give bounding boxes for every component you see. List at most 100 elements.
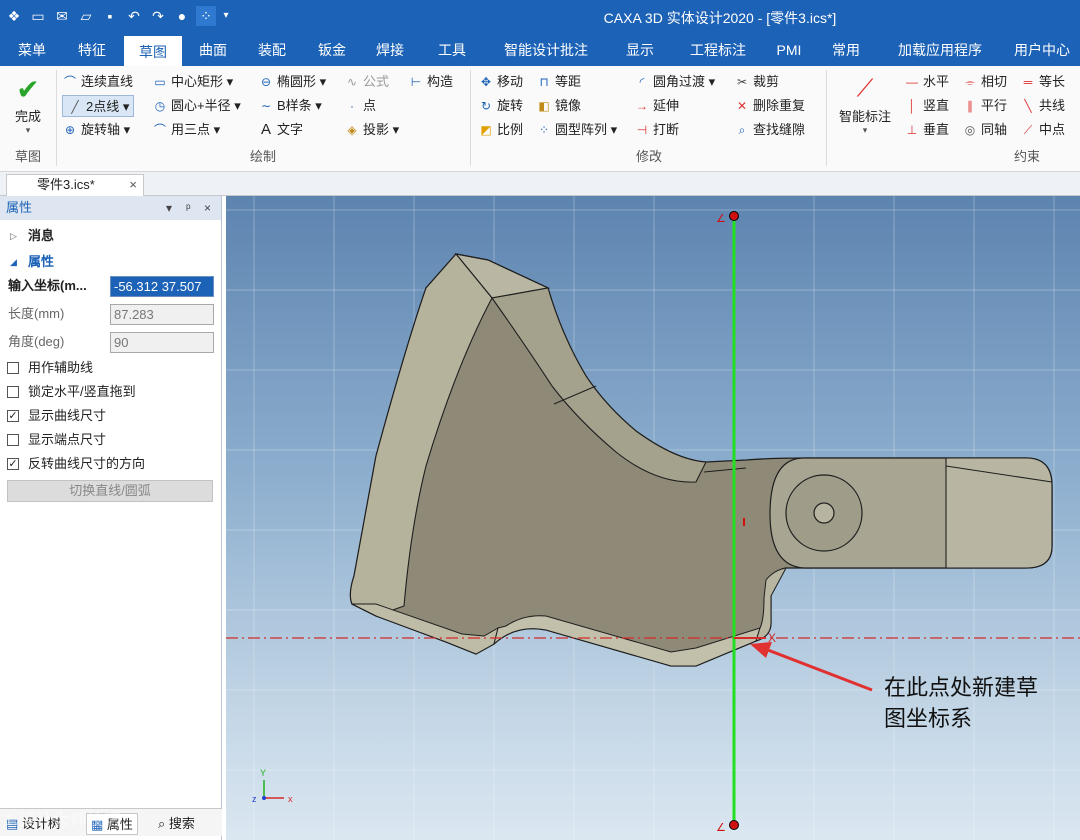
close-icon[interactable]: × bbox=[129, 175, 137, 195]
tab-sketch[interactable]: 草图 bbox=[124, 34, 182, 67]
pin-icon[interactable]: ᵖ bbox=[186, 196, 191, 220]
group-label-draw: 绘制 bbox=[249, 149, 276, 164]
viewport-canvas: ∠ ∠ X Y x z bbox=[226, 196, 1080, 840]
tab-feature[interactable]: 特征 bbox=[64, 34, 120, 66]
tangent-constraint-button[interactable]: ⌯ 相切 bbox=[962, 71, 1007, 93]
tab-engineering[interactable]: 工程标注 bbox=[676, 34, 760, 66]
rotate-button[interactable]: ↻ 旋转 bbox=[478, 95, 523, 117]
spline-icon: ∼ bbox=[260, 99, 272, 113]
input-coordinate-row: 输入坐标(m... -56.312 37.507 bbox=[0, 274, 222, 298]
polyline-button[interactable]: ⌒ 连续直线 bbox=[62, 71, 133, 93]
tab-welding[interactable]: 焊接 bbox=[362, 34, 418, 66]
tab-tools[interactable]: 工具 bbox=[422, 34, 482, 66]
axis-icon: ⊕ bbox=[64, 123, 76, 137]
tab-surface[interactable]: 曲面 bbox=[186, 34, 240, 66]
length-label: 长度(mm) bbox=[8, 306, 65, 321]
length-field[interactable]: 87.283 bbox=[110, 304, 214, 325]
vertical-constraint-button[interactable]: │ 竖直 bbox=[904, 95, 949, 117]
input-coordinate-label: 输入坐标(m... bbox=[8, 278, 87, 293]
checkbox-checked-icon[interactable]: ✓ bbox=[7, 458, 19, 470]
delete-duplicate-button[interactable]: ✕ 删除重复 bbox=[734, 95, 805, 117]
coaxial-constraint-button[interactable]: ◎ 同轴 bbox=[962, 119, 1007, 141]
checkbox-construction[interactable]: 用作辅助线 bbox=[0, 356, 222, 380]
smart-dimension-button[interactable]: ⟋ 智能标注 ▾ bbox=[832, 72, 898, 136]
offset-button[interactable]: ⊓ 等距 bbox=[536, 71, 581, 93]
tab-sheetmetal[interactable]: 钣金 bbox=[304, 34, 360, 66]
bspline-button[interactable]: ∼ B样条 ▾ bbox=[258, 95, 322, 117]
expand-arrow-icon: ▷ bbox=[10, 231, 17, 241]
switch-line-arc-button[interactable]: 切换直线/圆弧 bbox=[7, 480, 213, 502]
part-body[interactable] bbox=[349, 253, 1053, 667]
three-point-arc-button[interactable]: ⌒ 用三点 ▾ bbox=[152, 119, 220, 141]
point-button[interactable]: · 点 bbox=[344, 95, 376, 117]
ellipse-button[interactable]: ⊖ 椭圆形 ▾ bbox=[258, 71, 326, 93]
parallel-constraint-button[interactable]: ∥ 平行 bbox=[962, 95, 1007, 117]
find-gap-button[interactable]: ⌕ 查找缝隙 bbox=[734, 119, 805, 141]
angle-field[interactable]: 90 bbox=[110, 332, 214, 353]
checkmark-icon: ✔ bbox=[16, 74, 40, 105]
break-button[interactable]: ⊣ 打断 bbox=[634, 119, 679, 141]
text-button[interactable]: A 文字 bbox=[258, 119, 303, 141]
tab-common[interactable]: 常用 bbox=[818, 34, 874, 66]
mirror-button[interactable]: ◧ 镜像 bbox=[536, 95, 581, 117]
panel-menu-icon[interactable]: ▾ bbox=[166, 196, 172, 220]
circle-center-radius-button[interactable]: ◷ 圆心+半径 ▾ bbox=[152, 95, 241, 117]
center-rect-button[interactable]: ▭ 中心矩形 ▾ bbox=[152, 71, 233, 93]
document-tab[interactable]: 零件3.ics* × bbox=[6, 174, 144, 196]
smart-dimension-icon: ⟋ bbox=[856, 75, 874, 102]
equal-length-constraint-button[interactable]: ═ 等长 bbox=[1020, 71, 1065, 93]
ellipse-icon: ⊖ bbox=[260, 75, 272, 89]
checkbox-reverse-dim[interactable]: ✓ 反转曲线尺寸的方向 bbox=[0, 452, 222, 476]
chevron-down-icon: ▾ bbox=[25, 125, 31, 135]
group-divider bbox=[470, 70, 471, 166]
checkbox-icon[interactable] bbox=[7, 434, 19, 446]
circular-pattern-button[interactable]: ⁘ 圆型阵列 ▾ bbox=[536, 119, 617, 141]
checkbox-show-endpoint-dim[interactable]: 显示端点尺寸 bbox=[0, 428, 222, 452]
rectangle-icon: ▭ bbox=[154, 75, 166, 89]
trim-button[interactable]: ✂ 裁剪 bbox=[734, 71, 779, 93]
extend-button[interactable]: → 延伸 bbox=[634, 95, 679, 117]
project-button[interactable]: ◈ 投影 ▾ bbox=[344, 119, 399, 141]
3d-viewport[interactable]: ∠ ∠ X Y x z 在此点处新建草 图坐标系 bbox=[226, 196, 1080, 840]
formula-button[interactable]: ∿ 公式 bbox=[344, 71, 389, 93]
tab-pmi[interactable]: PMI bbox=[766, 34, 812, 66]
fillet-button[interactable]: ◜ 圆角过渡 ▾ bbox=[634, 71, 715, 93]
midpoint-constraint-button[interactable]: ⟋ 中点 bbox=[1020, 119, 1065, 141]
tab-menu[interactable]: 菜单 bbox=[4, 34, 60, 66]
two-point-line-button[interactable]: ╱ 2点线 ▾ bbox=[62, 95, 135, 117]
line-endpoint-bottom[interactable] bbox=[729, 820, 739, 830]
fillet-icon: ◜ bbox=[639, 75, 645, 89]
tab-display[interactable]: 显示 bbox=[612, 34, 668, 66]
input-coordinate-field[interactable]: -56.312 37.507 bbox=[110, 276, 214, 297]
tab-load-apps[interactable]: 加载应用程序 bbox=[884, 34, 996, 66]
checkbox-icon[interactable] bbox=[7, 386, 19, 398]
checkbox-show-curve-dim[interactable]: ✓ 显示曲线尺寸 bbox=[0, 404, 222, 428]
window-title: CAXA 3D 实体设计2020 - [零件3.ics*] bbox=[603, 10, 837, 26]
section-message[interactable]: ▷ 消息 bbox=[0, 224, 222, 248]
project-icon: ◈ bbox=[347, 123, 357, 137]
checkbox-lock-drag[interactable]: 锁定水平/竖直拖到 bbox=[0, 380, 222, 404]
tab-assembly[interactable]: 装配 bbox=[244, 34, 300, 66]
line-endpoint-top[interactable] bbox=[729, 211, 739, 221]
panel-close-icon[interactable]: × bbox=[204, 196, 211, 220]
tab-smart-design[interactable]: 智能设计批注 bbox=[490, 34, 602, 66]
move-button[interactable]: ✥ 移动 bbox=[478, 71, 523, 93]
scale-button[interactable]: ◩ 比例 bbox=[478, 119, 523, 141]
endpoint-marker-bottom: ∠ bbox=[716, 822, 726, 834]
finish-button[interactable]: ✔ 完成 ▾ bbox=[6, 74, 50, 136]
checkbox-checked-icon[interactable]: ✓ bbox=[7, 410, 19, 422]
group-label-sketch: 草图 bbox=[14, 149, 41, 164]
triad-z-label: z bbox=[252, 794, 257, 804]
rotation-axis-button[interactable]: ⊕ 旋转轴 ▾ bbox=[62, 119, 130, 141]
section-properties[interactable]: ◢ 属性 bbox=[0, 250, 222, 274]
tab-user-center[interactable]: 用户中心 bbox=[1004, 34, 1080, 66]
construct-button[interactable]: ⊢ 构造 bbox=[408, 71, 453, 93]
collinear-constraint-button[interactable]: ╲ 共线 bbox=[1020, 95, 1065, 117]
tab-search[interactable]: ⌕ 搜索 bbox=[158, 813, 195, 835]
checkbox-icon[interactable] bbox=[7, 362, 19, 374]
parallel-icon: ∥ bbox=[967, 99, 973, 113]
perpendicular-constraint-button[interactable]: ⊥ 垂直 bbox=[904, 119, 949, 141]
mirror-icon: ◧ bbox=[538, 99, 550, 113]
arc-icon: ⌒ bbox=[153, 123, 166, 137]
horizontal-constraint-button[interactable]: — 水平 bbox=[904, 71, 949, 93]
